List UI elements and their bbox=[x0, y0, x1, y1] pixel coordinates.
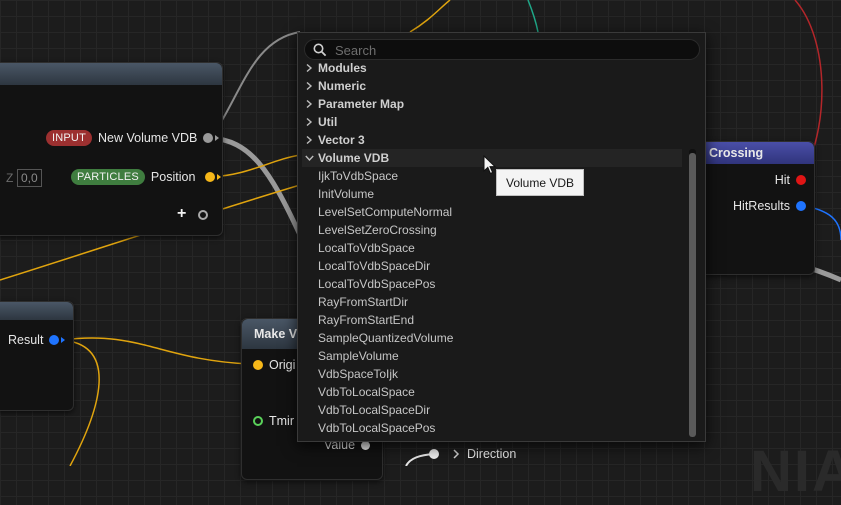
action-item-ijktovdbspace[interactable]: IjkToVdbSpace bbox=[318, 167, 398, 185]
result-pin-label: Result bbox=[8, 333, 44, 347]
result-node[interactable]: Result bbox=[0, 301, 74, 411]
input-pin-label: New Volume VDB bbox=[98, 131, 198, 145]
category-util[interactable]: Util bbox=[302, 113, 682, 131]
origin-pin[interactable] bbox=[253, 360, 263, 370]
crossing-node[interactable]: Crossing Hit HitResults bbox=[700, 141, 815, 275]
add-pin[interactable] bbox=[198, 210, 208, 220]
chevron-down-icon bbox=[305, 155, 314, 162]
wire-grey-top bbox=[209, 31, 301, 139]
action-item-vdbspacetoijk[interactable]: VdbSpaceToIjk bbox=[318, 365, 398, 383]
input-pin-row[interactable]: INPUT New Volume VDB bbox=[46, 130, 220, 146]
action-item-localtovdbspacepos[interactable]: LocalToVdbSpacePos bbox=[318, 275, 435, 293]
chevron-right-icon bbox=[306, 136, 313, 144]
hitresults-pin[interactable] bbox=[796, 201, 806, 211]
position-pin[interactable] bbox=[205, 172, 216, 182]
category-numeric[interactable]: Numeric bbox=[302, 77, 682, 95]
result-pin[interactable] bbox=[49, 335, 60, 345]
hit-pin[interactable] bbox=[796, 175, 806, 185]
z-axis-value[interactable]: 0,0 bbox=[17, 169, 42, 187]
action-item-localtovdbspace[interactable]: LocalToVdbSpace bbox=[318, 239, 415, 257]
crossing-title: Crossing bbox=[709, 146, 764, 160]
category-label: Modules bbox=[318, 62, 367, 75]
magnifier-icon bbox=[313, 43, 327, 57]
make-vector-title: Make V bbox=[254, 327, 298, 341]
pin-arrow-icon bbox=[215, 135, 220, 141]
category-vector-3[interactable]: Vector 3 bbox=[302, 131, 682, 149]
pin-arrow-icon bbox=[217, 174, 222, 180]
search-input[interactable] bbox=[333, 41, 687, 60]
niagara-watermark: NIA bbox=[750, 439, 841, 504]
scrollbar-thumb[interactable] bbox=[689, 153, 696, 437]
origin-pin-label: Origi bbox=[269, 358, 296, 372]
action-item-levelsetzerocrossing[interactable]: LevelSetZeroCrossing bbox=[318, 221, 437, 239]
action-item-vdbtolocalspacepos[interactable]: VdbToLocalSpacePos bbox=[318, 419, 435, 437]
action-item-vdbtolocalspace[interactable]: VdbToLocalSpace bbox=[318, 383, 415, 401]
category-label: Volume VDB bbox=[318, 151, 390, 165]
direction-pin[interactable] bbox=[429, 449, 439, 459]
action-item-vdbtolocalspacedir[interactable]: VdbToLocalSpaceDir bbox=[318, 401, 430, 419]
pin-arrow-icon bbox=[61, 337, 66, 343]
category-label: Numeric bbox=[318, 79, 367, 93]
input-badge: INPUT bbox=[46, 130, 92, 146]
z-axis-label: Z bbox=[6, 171, 14, 185]
node-header bbox=[0, 302, 73, 320]
hitresults-pin-label: HitResults bbox=[733, 199, 790, 213]
search-box[interactable] bbox=[304, 39, 700, 60]
wire-grey-thick bbox=[209, 135, 303, 237]
node-action-menu[interactable]: Modules Numeric Parameter Map Util Vecto… bbox=[297, 32, 706, 442]
category-tooltip: Volume VDB bbox=[496, 169, 585, 196]
hit-pin-label: Hit bbox=[774, 173, 790, 187]
chevron-right-icon bbox=[306, 118, 313, 126]
node-header bbox=[0, 63, 222, 85]
category-label: Vector 3 bbox=[318, 133, 365, 147]
wire-yellow-top bbox=[409, 0, 451, 33]
action-list[interactable]: Modules Numeric Parameter Map Util Vecto… bbox=[302, 62, 686, 437]
action-item-initvolume[interactable]: InitVolume bbox=[318, 185, 374, 203]
direction-pin-label: Direction bbox=[467, 447, 517, 461]
particles-pin-row[interactable]: PARTICLES Position bbox=[71, 169, 222, 185]
result-pin-row[interactable]: Result bbox=[8, 333, 66, 347]
hitresults-pin-row[interactable]: HitResults bbox=[733, 199, 806, 213]
category-label: Parameter Map bbox=[318, 97, 405, 111]
particles-pin-label: Position bbox=[150, 170, 196, 184]
category-label: Util bbox=[318, 115, 338, 129]
input-node[interactable]: INPUT New Volume VDB Z 0,0 PARTICLES Pos… bbox=[0, 62, 223, 236]
chevron-right-icon bbox=[306, 100, 313, 108]
input-pin[interactable] bbox=[203, 133, 214, 143]
tmin-pin-row[interactable]: Tmir bbox=[253, 414, 294, 428]
chevron-right-icon bbox=[453, 449, 460, 459]
chevron-right-icon bbox=[306, 82, 313, 90]
origin-pin-row[interactable]: Origi bbox=[253, 358, 295, 372]
tmin-pin-label: Tmir bbox=[269, 414, 294, 428]
action-item-samplevolume[interactable]: SampleVolume bbox=[318, 347, 399, 365]
add-pin-plus-icon[interactable]: + bbox=[177, 205, 186, 223]
wire-teal-top bbox=[527, 0, 539, 33]
chevron-right-icon bbox=[306, 64, 313, 72]
category-modules[interactable]: Modules bbox=[302, 62, 682, 77]
action-item-levelsetcomputenormal[interactable]: LevelSetComputeNormal bbox=[318, 203, 452, 221]
tmin-pin[interactable] bbox=[253, 416, 263, 426]
action-item-rayfromstartend[interactable]: RayFromStartEnd bbox=[318, 311, 414, 329]
direction-pin-row[interactable]: Direction bbox=[429, 447, 516, 461]
hit-pin-row[interactable]: Hit bbox=[775, 173, 806, 187]
action-item-localtovdbspacedir[interactable]: LocalToVdbSpaceDir bbox=[318, 257, 430, 275]
mouse-cursor-icon bbox=[483, 155, 497, 175]
action-item-rayfromstartdir[interactable]: RayFromStartDir bbox=[318, 293, 408, 311]
category-parameter-map[interactable]: Parameter Map bbox=[302, 95, 682, 113]
particles-badge: PARTICLES bbox=[71, 169, 145, 185]
action-item-samplequantizedvolume[interactable]: SampleQuantizedVolume bbox=[318, 329, 453, 347]
